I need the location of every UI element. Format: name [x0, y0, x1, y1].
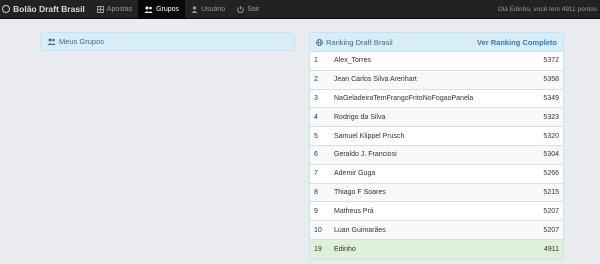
rank-player-name: Jean Carlos Silva Arenhart — [334, 76, 417, 84]
rank-points: 5207 — [543, 226, 559, 234]
ranking-row: 9 Matheus Prá 5207 — [310, 202, 563, 222]
globe-icon — [316, 38, 323, 46]
ranking-row: 8 Thiago F Soares 5215 — [310, 183, 563, 203]
rank-player-name: NaGeladeiraTemFrangoFritoNoFogaoPanela — [334, 94, 474, 102]
nav-item-label: Usuário — [201, 5, 226, 13]
nav-item-usuario[interactable]: Usuário — [185, 0, 231, 19]
rank-player-name: Ademir Guga — [334, 170, 376, 178]
rank-player-name: Thiago F Soares — [334, 188, 386, 196]
user-greeting: Olá Edinho, você tem 4911 pontos — [497, 6, 597, 13]
rank-points: 5266 — [543, 170, 559, 178]
rank-position: 1 — [314, 57, 318, 65]
groups-panel-title: Meus Grupos — [59, 37, 105, 46]
nav-item-sair[interactable]: Sair — [231, 0, 265, 19]
groups-panel-heading: Meus Grupos — [41, 33, 294, 50]
ranking-row-current-user: 19 Edinho 4911 — [310, 239, 563, 259]
power-icon — [237, 5, 244, 13]
ranking-row: 4 Rodrigo da Silva 5323 — [310, 108, 563, 128]
ranking-row: 3 NaGeladeiraTemFrangoFritoNoFogaoPanela 5… — [310, 90, 563, 109]
nav-item-label: Apostas — [106, 5, 133, 13]
nav-item-grupos[interactable]: Grupos — [138, 0, 186, 19]
groups-panel: Meus Grupos — [40, 32, 295, 51]
rank-points: 5304 — [543, 151, 559, 159]
brand-title: Bolão Draft Brasil — [13, 4, 85, 14]
rank-player-name: Edinho — [334, 245, 356, 253]
brand-link[interactable]: Bolão Draft Brasil — [0, 0, 91, 19]
rank-position: 7 — [314, 170, 318, 178]
users-icon — [144, 6, 153, 13]
users-icon — [47, 38, 56, 45]
rank-points: 5207 — [543, 207, 559, 215]
rank-player-name: Luan Guimarães — [334, 226, 386, 234]
rank-position: 2 — [314, 76, 318, 84]
full-ranking-link[interactable]: Ver Ranking Completo — [477, 38, 557, 47]
ranking-row: 10 Luan Guimarães 5207 — [310, 221, 563, 240]
rank-position: 3 — [314, 94, 318, 102]
rank-position: 6 — [314, 151, 318, 159]
ranking-panel-title: Ranking Draft Brasil — [326, 37, 393, 47]
rank-points: 4911 — [543, 245, 559, 253]
ranking-row: 5 Samuel Klippel Prusch 5320 — [310, 127, 563, 146]
ranking-panel-heading: Ranking Draft Brasil Ver Ranking Complet… — [310, 33, 563, 52]
nav-item-label: Grupos — [156, 5, 180, 13]
user-icon — [191, 5, 198, 13]
rank-points: 5320 — [543, 132, 559, 140]
rank-player-name: Alex_Torres — [334, 57, 371, 65]
ranking-list: 1 Alex_Torres 5372 2 Jean Carlos Silva Aren… — [310, 52, 563, 259]
table-icon — [96, 5, 104, 13]
rank-position: 4 — [314, 113, 318, 121]
rank-player-name: Geraldo J. Franciosi — [334, 151, 397, 159]
ranking-row: 2 Jean Carlos Silva Arenhart 5358 — [310, 70, 563, 90]
nav-item-label: Sair — [247, 5, 260, 13]
soccer-ball-icon — [2, 5, 10, 13]
rank-player-name: Rodrigo da Silva — [334, 113, 386, 121]
rank-position: 5 — [314, 132, 318, 140]
ranking-row: 1 Alex_Torres 5372 — [310, 52, 563, 71]
rank-position: 19 — [314, 245, 322, 253]
rank-position: 9 — [314, 207, 318, 215]
rank-points: 5323 — [543, 113, 559, 121]
rank-points: 5349 — [543, 94, 559, 102]
rank-player-name: Matheus Prá — [334, 207, 374, 215]
rank-position: 8 — [314, 188, 318, 196]
nav-item-apostas[interactable]: Apostas — [91, 0, 138, 19]
rank-points: 5215 — [543, 188, 559, 196]
ranking-row: 7 Ademir Guga 5266 — [310, 165, 563, 184]
ranking-row: 6 Geraldo J. Franciosi 5304 — [310, 145, 563, 165]
rank-points: 5358 — [543, 76, 559, 84]
top-navbar: Bolão Draft Brasil Apostas Grupos Usuári… — [0, 0, 600, 19]
ranking-panel: Ranking Draft Brasil Ver Ranking Complet… — [309, 32, 564, 260]
rank-points: 5372 — [543, 57, 559, 65]
rank-position: 10 — [314, 226, 322, 234]
rank-player-name: Samuel Klippel Prusch — [334, 132, 405, 140]
